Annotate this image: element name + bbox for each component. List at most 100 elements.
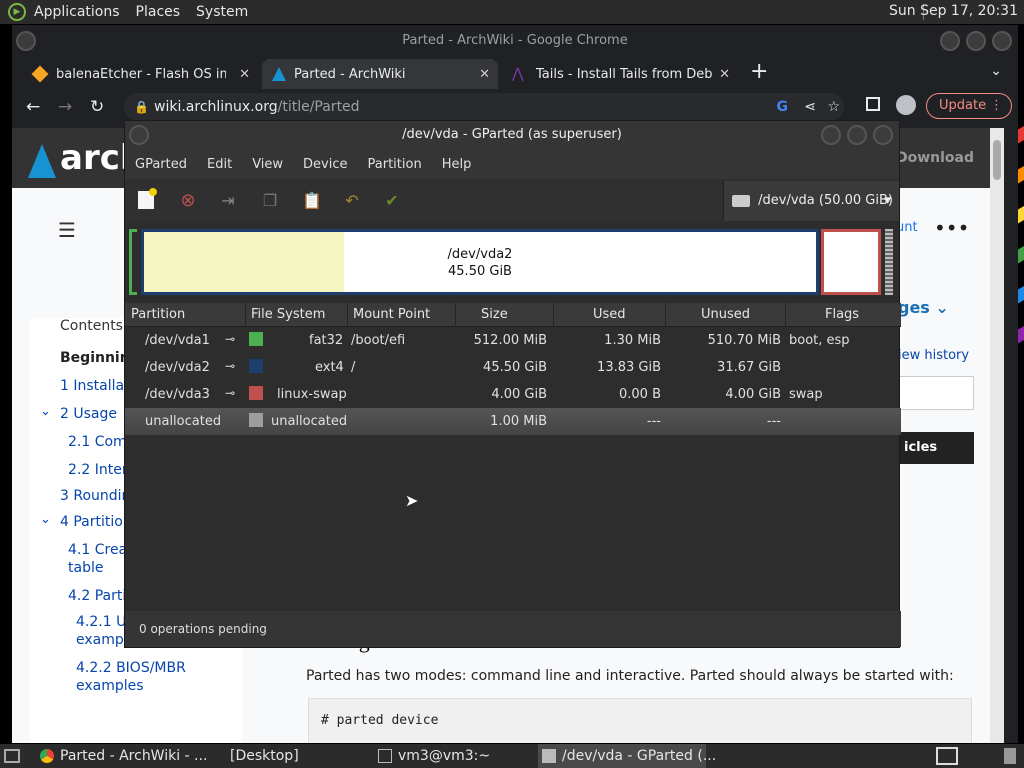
nav-download[interactable]: Download — [896, 150, 974, 166]
apply-icon[interactable]: ✔ — [381, 189, 403, 211]
col-partition[interactable]: Partition — [131, 307, 185, 322]
address-bar[interactable]: 🔒 wiki.archlinux.org/title/Parted G ⋖ ☆ — [124, 93, 844, 121]
tab-balenaetcher[interactable]: balenaEtcher - Flash OS image ✕ — [22, 59, 258, 89]
page-scrollbar[interactable] — [990, 128, 1004, 743]
device-selector[interactable]: /dev/vda (50.00 GiB) ▾ — [723, 181, 899, 221]
toc-create-table-2[interactable]: table — [68, 560, 103, 576]
delete-partition-icon[interactable]: ⊗ — [177, 189, 199, 211]
menu-device[interactable]: Device — [293, 157, 357, 172]
new-partition-icon[interactable] — [135, 188, 157, 211]
menu-help[interactable]: Help — [432, 157, 482, 172]
menu-system[interactable]: System — [188, 4, 256, 20]
partition-row-unallocated[interactable]: unallocated unallocated 1.00 MiB --- --- — [125, 408, 901, 435]
toc-bios-mbr[interactable]: 4.2.2 BIOS/MBR — [76, 660, 186, 676]
task-terminal[interactable]: vm3@vm3:~ — [374, 744, 530, 768]
toc-installation[interactable]: 1 Installat — [60, 378, 130, 394]
toc-create-table[interactable]: 4.1 Crea — [68, 542, 127, 558]
cell-partition: /dev/vda1 — [145, 333, 210, 348]
menu-partition[interactable]: Partition — [358, 157, 432, 172]
close-tab-icon[interactable]: ✕ — [719, 67, 730, 82]
back-icon[interactable]: ← — [26, 97, 40, 117]
map-vda1[interactable] — [129, 229, 137, 295]
partition-row-vda1[interactable]: /dev/vda1 ⊸ fat32 /boot/efi 512.00 MiB 1… — [125, 327, 901, 354]
menu-view[interactable]: View — [242, 157, 293, 172]
menu-places[interactable]: Places — [128, 4, 189, 20]
menu-applications[interactable]: Applications — [26, 4, 128, 20]
partition-row-vda3[interactable]: /dev/vda3 ⊸ linux-swap 4.00 GiB 0.00 B 4… — [125, 381, 901, 408]
col-size[interactable]: Size — [481, 307, 508, 322]
tab-parted-archwiki[interactable]: Parted - ArchWiki ✕ — [262, 59, 498, 89]
task-chrome[interactable]: Parted - ArchWiki - ... — [36, 744, 222, 768]
fs-color-swatch — [249, 359, 263, 373]
task-desktop[interactable]: [Desktop] — [206, 744, 356, 768]
show-desktop-icon[interactable] — [4, 749, 20, 763]
partition-table-header: Partition File System Mount Point Size U… — [125, 303, 901, 327]
kebab-menu-icon[interactable]: ⋮ — [990, 94, 1003, 118]
task-gparted[interactable]: /dev/vda - GParted (... — [538, 744, 716, 768]
wiki-search-input[interactable] — [898, 376, 974, 410]
cell-flags: boot, esp — [789, 333, 850, 348]
new-tab-icon[interactable]: + — [750, 59, 768, 84]
trash-icon[interactable] — [1004, 748, 1016, 764]
toc-command-line[interactable]: 2.1 Com — [68, 434, 127, 450]
col-used[interactable]: Used — [593, 307, 626, 322]
toc-rounding[interactable]: 3 Roundin — [60, 488, 130, 504]
col-mountpoint[interactable]: Mount Point — [353, 307, 430, 322]
minimize-button[interactable] — [821, 125, 841, 145]
sidepanel-icon[interactable] — [866, 97, 880, 111]
update-button[interactable]: Update ⋮ — [926, 93, 1012, 119]
toc-interactive[interactable]: 2.2 Inter — [68, 462, 128, 478]
lock-icon[interactable]: 🔒 — [134, 93, 149, 121]
clock[interactable]: Sun Sep 17, 20:31 — [889, 3, 1018, 19]
close-button[interactable] — [873, 125, 893, 145]
window-menu-button[interactable] — [129, 125, 149, 145]
menu-gparted[interactable]: GParted — [125, 157, 197, 172]
view-history-link[interactable]: iew history — [898, 348, 969, 363]
paste-icon[interactable]: 📋 — [301, 189, 323, 211]
chevron-down-icon[interactable]: ⌄ — [40, 404, 51, 419]
bookmark-star-icon[interactable]: ☆ — [827, 93, 840, 121]
menu-edit[interactable]: Edit — [197, 157, 242, 172]
tab-tails[interactable]: ⋀ Tails - Install Tails from Debian ✕ — [502, 59, 738, 89]
maximize-button[interactable] — [847, 125, 867, 145]
terminal-icon — [378, 749, 392, 763]
map-unallocated[interactable] — [885, 229, 893, 295]
distro-logo-icon[interactable]: ▶ — [8, 3, 26, 21]
col-filesystem[interactable]: File System — [251, 307, 325, 322]
forward-icon[interactable]: → — [58, 97, 72, 117]
undo-icon[interactable]: ↶ — [341, 189, 363, 211]
close-tab-icon[interactable]: ✕ — [479, 67, 490, 82]
tab-search-icon[interactable]: ⌄ — [990, 63, 1002, 79]
minimize-button[interactable] — [940, 31, 960, 51]
google-icon[interactable]: G — [777, 93, 789, 121]
col-flags[interactable]: Flags — [825, 307, 859, 322]
col-unused[interactable]: Unused — [701, 307, 750, 322]
partition-row-vda2[interactable]: /dev/vda2 ⊸ ext4 / 45.50 GiB 13.83 GiB 3… — [125, 354, 901, 381]
chrome-titlebar[interactable]: Parted - ArchWiki - Google Chrome — [12, 25, 1018, 57]
map-label-size: 45.50 GiB — [448, 264, 512, 279]
profile-avatar-icon[interactable] — [896, 95, 916, 115]
hamburger-menu-icon[interactable]: ☰ — [58, 218, 76, 242]
map-vda3[interactable] — [821, 229, 881, 295]
map-vda2-label: /dev/vda2 45.50 GiB — [144, 246, 816, 280]
body-text: Parted has two modes: command line and i… — [306, 668, 954, 684]
maximize-button[interactable] — [966, 31, 986, 51]
gparted-titlebar[interactable]: /dev/vda - GParted (as superuser) — [125, 121, 899, 149]
workspace-switcher-icon[interactable] — [936, 747, 958, 765]
toc-partition-schemes[interactable]: 4.2 Parti — [68, 588, 126, 604]
reload-icon[interactable]: ↻ — [90, 97, 104, 117]
resize-move-icon[interactable]: ⇥ — [217, 189, 239, 211]
more-options-icon[interactable]: ••• — [934, 216, 969, 240]
window-menu-button[interactable] — [16, 31, 36, 51]
languages-button[interactable]: ges ⌄ — [898, 298, 949, 317]
map-vda2[interactable]: /dev/vda2 45.50 GiB — [141, 229, 819, 295]
share-icon[interactable]: ⋖ — [804, 93, 816, 121]
toc-usage[interactable]: 2 Usage — [60, 406, 117, 422]
chevron-down-icon[interactable]: ⌄ — [40, 512, 51, 527]
toc-partitioning[interactable]: 4 Partition — [60, 514, 132, 530]
close-tab-icon[interactable]: ✕ — [239, 67, 250, 82]
toc-bios-mbr-2[interactable]: examples — [76, 678, 144, 694]
scroll-thumb[interactable] — [993, 140, 1001, 180]
copy-icon[interactable]: ❐ — [259, 189, 281, 211]
close-button[interactable] — [992, 31, 1012, 51]
